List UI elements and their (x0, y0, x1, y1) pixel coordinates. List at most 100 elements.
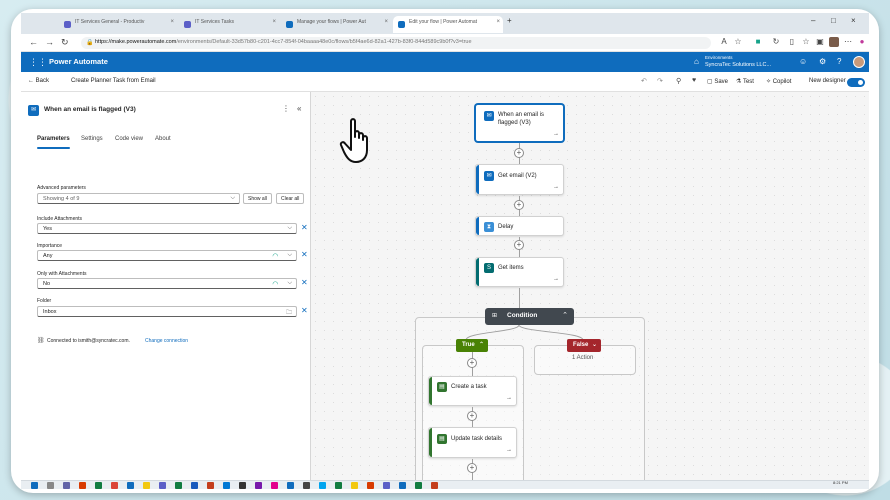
app-icon[interactable] (367, 482, 374, 489)
remove-parameter-icon[interactable]: ✕ (301, 278, 308, 287)
more-icon[interactable]: ⋯ (843, 37, 853, 47)
clear-all-button[interactable]: Clear all (276, 193, 305, 204)
excel-icon[interactable] (175, 482, 182, 489)
refresh-extension-icon[interactable]: ↻ (771, 37, 781, 47)
app-icon[interactable] (335, 482, 342, 489)
app-icon[interactable] (239, 482, 246, 489)
folder-icon[interactable]: 🗀 (286, 308, 292, 318)
save-button[interactable]: ▢ Save (707, 78, 728, 85)
folder-label: Folder (37, 298, 52, 304)
create-task-card[interactable]: ▤ Create a task ⊸ (428, 376, 517, 406)
app-icon[interactable] (431, 482, 438, 489)
remove-parameter-icon[interactable]: ✕ (301, 223, 308, 232)
app-icon[interactable] (415, 482, 422, 489)
collections-icon[interactable]: ▣ (815, 37, 825, 47)
url-field[interactable]: 🔒 https://make.powerautomate.com/environ… (81, 37, 711, 49)
change-connection-link[interactable]: Change connection (145, 338, 188, 344)
app-icon[interactable] (287, 482, 294, 489)
app-icon[interactable] (271, 482, 278, 489)
word-icon[interactable] (191, 482, 198, 489)
advanced-parameters-dropdown[interactable]: Showing 4 of 9 ⌵ (37, 193, 240, 204)
tab-settings[interactable]: Settings (81, 136, 103, 142)
only-with-attachments-dropdown[interactable]: No ◠ ⌵ (37, 278, 297, 289)
system-clock[interactable]: 8:21 PM (833, 480, 848, 486)
favorites-icon[interactable]: ☆ (801, 37, 811, 47)
user-avatar[interactable] (853, 56, 865, 68)
show-all-button[interactable]: Show all (243, 193, 272, 204)
taskview-icon[interactable] (63, 482, 70, 489)
app-icon[interactable] (351, 482, 358, 489)
add-step-icon[interactable]: + (467, 463, 477, 473)
notifications-icon[interactable]: ☺ (799, 57, 807, 66)
app-icon[interactable] (303, 482, 310, 489)
os-taskbar: 8:21 PM (21, 480, 869, 489)
importance-dropdown[interactable]: Any ◠ ⌵ (37, 250, 297, 261)
maximize-icon[interactable]: □ (831, 16, 836, 25)
outlook-icon[interactable] (223, 482, 230, 489)
false-branch-label[interactable]: False ⌄ (567, 339, 601, 352)
tab-code-view[interactable]: Code view (115, 136, 143, 142)
refresh-icon[interactable]: ↻ (61, 37, 69, 48)
app-icon[interactable] (95, 482, 102, 489)
onenote-icon[interactable] (255, 482, 262, 489)
read-aloud-icon[interactable]: A (719, 37, 729, 47)
forward-arrow-icon[interactable]: → (45, 37, 54, 47)
tab-parameters[interactable]: Parameters (37, 136, 70, 142)
minimize-icon[interactable]: – (811, 16, 815, 25)
true-branch-label[interactable]: True ⌃ (456, 339, 488, 352)
flow-canvas[interactable]: ✉ When an email is flagged (V3) ⊸ + ✉ Ge… (311, 92, 869, 487)
new-tab-icon[interactable]: + (507, 16, 512, 25)
copilot-button[interactable]: ✧ Copilot (766, 78, 791, 85)
start-icon[interactable] (31, 482, 38, 489)
split-screen-icon[interactable]: ▯ (787, 37, 797, 47)
browser-tab[interactable]: Manage your flows | Power Aut × (281, 16, 391, 33)
collapse-panel-icon[interactable]: « (297, 104, 301, 113)
help-icon[interactable]: ? (837, 57, 841, 66)
edge-icon[interactable] (127, 482, 134, 489)
update-task-card[interactable]: ▤ Update task details ⊸ (428, 427, 517, 458)
add-step-icon[interactable]: + (467, 411, 477, 421)
environment-name[interactable]: SyncraTec Solutions LLC... (705, 62, 771, 68)
window-close-icon[interactable]: × (851, 16, 856, 25)
search-icon[interactable] (47, 482, 54, 489)
close-icon[interactable]: × (384, 19, 388, 25)
close-icon[interactable]: × (272, 19, 276, 25)
settings-gear-icon[interactable]: ⚙ (819, 57, 826, 66)
more-options-icon[interactable]: ⋮ (282, 104, 290, 113)
flow-checker-icon[interactable]: ♥ (692, 77, 696, 84)
remove-parameter-icon[interactable]: ✕ (301, 250, 308, 259)
close-icon[interactable]: × (170, 19, 174, 25)
redo-icon[interactable]: ↷ (657, 77, 663, 85)
app-icon[interactable] (79, 482, 86, 489)
browser-tab[interactable]: IT Services General - Productiv × (59, 16, 177, 33)
app-icon[interactable] (383, 482, 390, 489)
loading-spinner-icon: ◠ (272, 281, 278, 288)
app-icon[interactable] (319, 482, 326, 489)
app-name[interactable]: Power Automate (49, 57, 108, 66)
waffle-icon[interactable]: ⋮⋮ (29, 57, 47, 68)
new-designer-toggle[interactable] (847, 78, 865, 87)
close-icon[interactable]: × (496, 19, 500, 25)
test-button[interactable]: ⚗ Test (736, 78, 754, 85)
favorite-star-icon[interactable]: ☆ (733, 37, 743, 47)
browser-tab[interactable]: IT Services Tasks × (179, 16, 279, 33)
chrome-icon[interactable] (111, 482, 118, 489)
file-explorer-icon[interactable] (143, 482, 150, 489)
teams-icon[interactable] (159, 482, 166, 489)
back-arrow-icon[interactable]: ← (29, 37, 38, 47)
tab-about[interactable]: About (155, 136, 171, 142)
copilot-browser-icon[interactable]: ● (857, 37, 867, 47)
comments-icon[interactable]: ⚲ (676, 77, 681, 85)
branch-line-true (465, 324, 520, 341)
browser-tab-active[interactable]: Edit your flow | Power Automat × (393, 16, 503, 33)
add-step-icon[interactable]: + (467, 358, 477, 368)
include-attachments-dropdown[interactable]: Yes ⌵ (37, 223, 297, 234)
profile-avatar[interactable] (829, 37, 839, 47)
powerpoint-icon[interactable] (207, 482, 214, 489)
extension-icon[interactable]: ■ (753, 37, 763, 47)
folder-picker[interactable]: Inbox 🗀 (37, 306, 297, 317)
remove-parameter-icon[interactable]: ✕ (301, 306, 308, 315)
undo-icon[interactable]: ↶ (641, 77, 647, 85)
app-icon[interactable] (399, 482, 406, 489)
back-button[interactable]: ← Back (28, 78, 49, 84)
